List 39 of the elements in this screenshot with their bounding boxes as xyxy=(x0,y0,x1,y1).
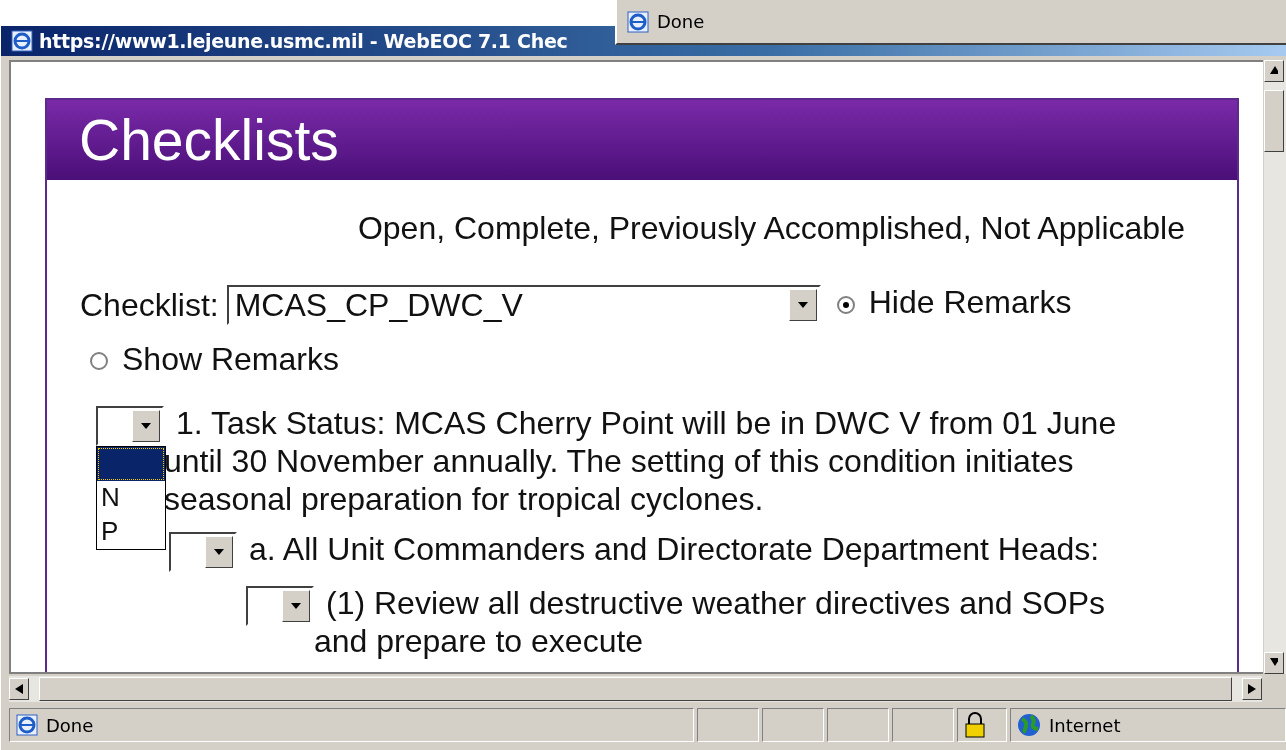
left-arrow-icon xyxy=(15,684,23,694)
status-text: Done xyxy=(46,714,94,736)
caret-icon xyxy=(214,548,224,555)
browser-icon xyxy=(16,714,38,736)
caret-icon xyxy=(797,301,808,308)
radio-button[interactable] xyxy=(836,295,855,314)
status-pane xyxy=(892,708,954,742)
blank-option[interactable] xyxy=(97,446,165,481)
status-pane xyxy=(762,708,824,742)
status-text: Done xyxy=(657,11,705,32)
status-pane xyxy=(827,708,889,742)
down-arrow-icon xyxy=(1270,658,1278,668)
horizontal-scrollbar[interactable] xyxy=(9,676,1262,702)
checklist-label: Checklist: xyxy=(80,285,219,325)
checklist-select[interactable]: MCAS_CP_DWC_V xyxy=(226,284,821,325)
status-list[interactable]: N P xyxy=(96,445,166,550)
globe-icon xyxy=(1017,713,1041,737)
page-heading: Checklists xyxy=(79,107,339,173)
radio-label: Hide Remarks xyxy=(868,284,1072,320)
browser-icon xyxy=(11,30,33,52)
browser-icon xyxy=(627,10,649,33)
task-text: 1. Task Status: MCAS Cherry Point will be in DWC V from 01 June until 30 November annually. The setting of this condition initiates seasonal preparation for tropical cyclones. xyxy=(164,403,1118,518)
window-title: https://www1.lejeune.usmc.mil - WebEOC 7.1 Chec xyxy=(39,30,568,52)
right-arrow-icon xyxy=(1248,684,1256,694)
caret-icon xyxy=(141,422,151,429)
up-arrow-icon xyxy=(1270,66,1278,76)
status-option[interactable]: P xyxy=(97,514,165,549)
status-dropdown[interactable] xyxy=(96,405,164,446)
status-pane xyxy=(697,708,759,742)
caret-icon xyxy=(291,602,301,609)
vertical-scrollbar[interactable] xyxy=(1263,60,1286,674)
status-option[interactable]: N xyxy=(97,480,165,515)
zone-text: Internet xyxy=(1049,714,1121,736)
task-text: (1) Review all destructive weather directives and SOPs and prepare to execute xyxy=(314,583,1106,660)
radio-button[interactable] xyxy=(90,352,108,371)
scroll-thumb[interactable] xyxy=(1264,90,1284,152)
radio-label: Show Remarks xyxy=(122,340,339,377)
task-text: a. All Unit Commanders and Directorate Department Heads: xyxy=(248,529,1101,568)
status-legend: Open, Complete, Previously Accomplished, Not Applicable xyxy=(357,210,1185,246)
